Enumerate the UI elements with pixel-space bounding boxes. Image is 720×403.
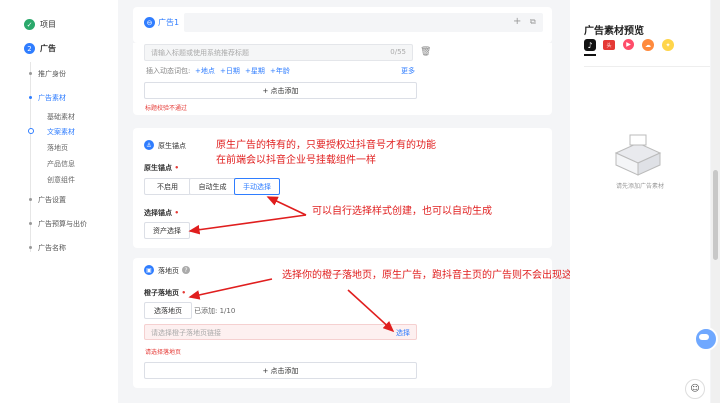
arrow-to-landing-label xyxy=(188,278,273,300)
scrollbar-thumb[interactable] xyxy=(713,170,718,260)
assistant-mascot[interactable] xyxy=(692,325,718,353)
preview-empty-text: 请先添加广告素材 xyxy=(616,183,665,190)
empty-box-illustration xyxy=(614,134,662,176)
huoshan-icon[interactable]: ☁ xyxy=(642,39,654,51)
platform-active-underline xyxy=(584,54,596,56)
pipixia-icon[interactable]: ✦ xyxy=(662,39,674,51)
chat-icon[interactable]: ☺ xyxy=(685,379,705,399)
arrow-to-landing-select xyxy=(347,289,395,333)
arrow-to-manual-select xyxy=(266,196,307,216)
preview-title: 广告素材预览 xyxy=(584,26,644,37)
douyin-icon[interactable]: ♪ xyxy=(584,39,596,51)
preview-divider xyxy=(584,66,710,67)
xigua-icon[interactable]: ▶ xyxy=(623,39,634,50)
toutiao-icon[interactable]: 头 xyxy=(603,40,615,50)
arrow-to-asset-select xyxy=(188,214,307,235)
preview-panel: 广告素材预览 ♪ 头 ▶ ☁ ✦ 请先添加广告素材 xyxy=(570,0,710,403)
mascot-face xyxy=(699,334,709,340)
